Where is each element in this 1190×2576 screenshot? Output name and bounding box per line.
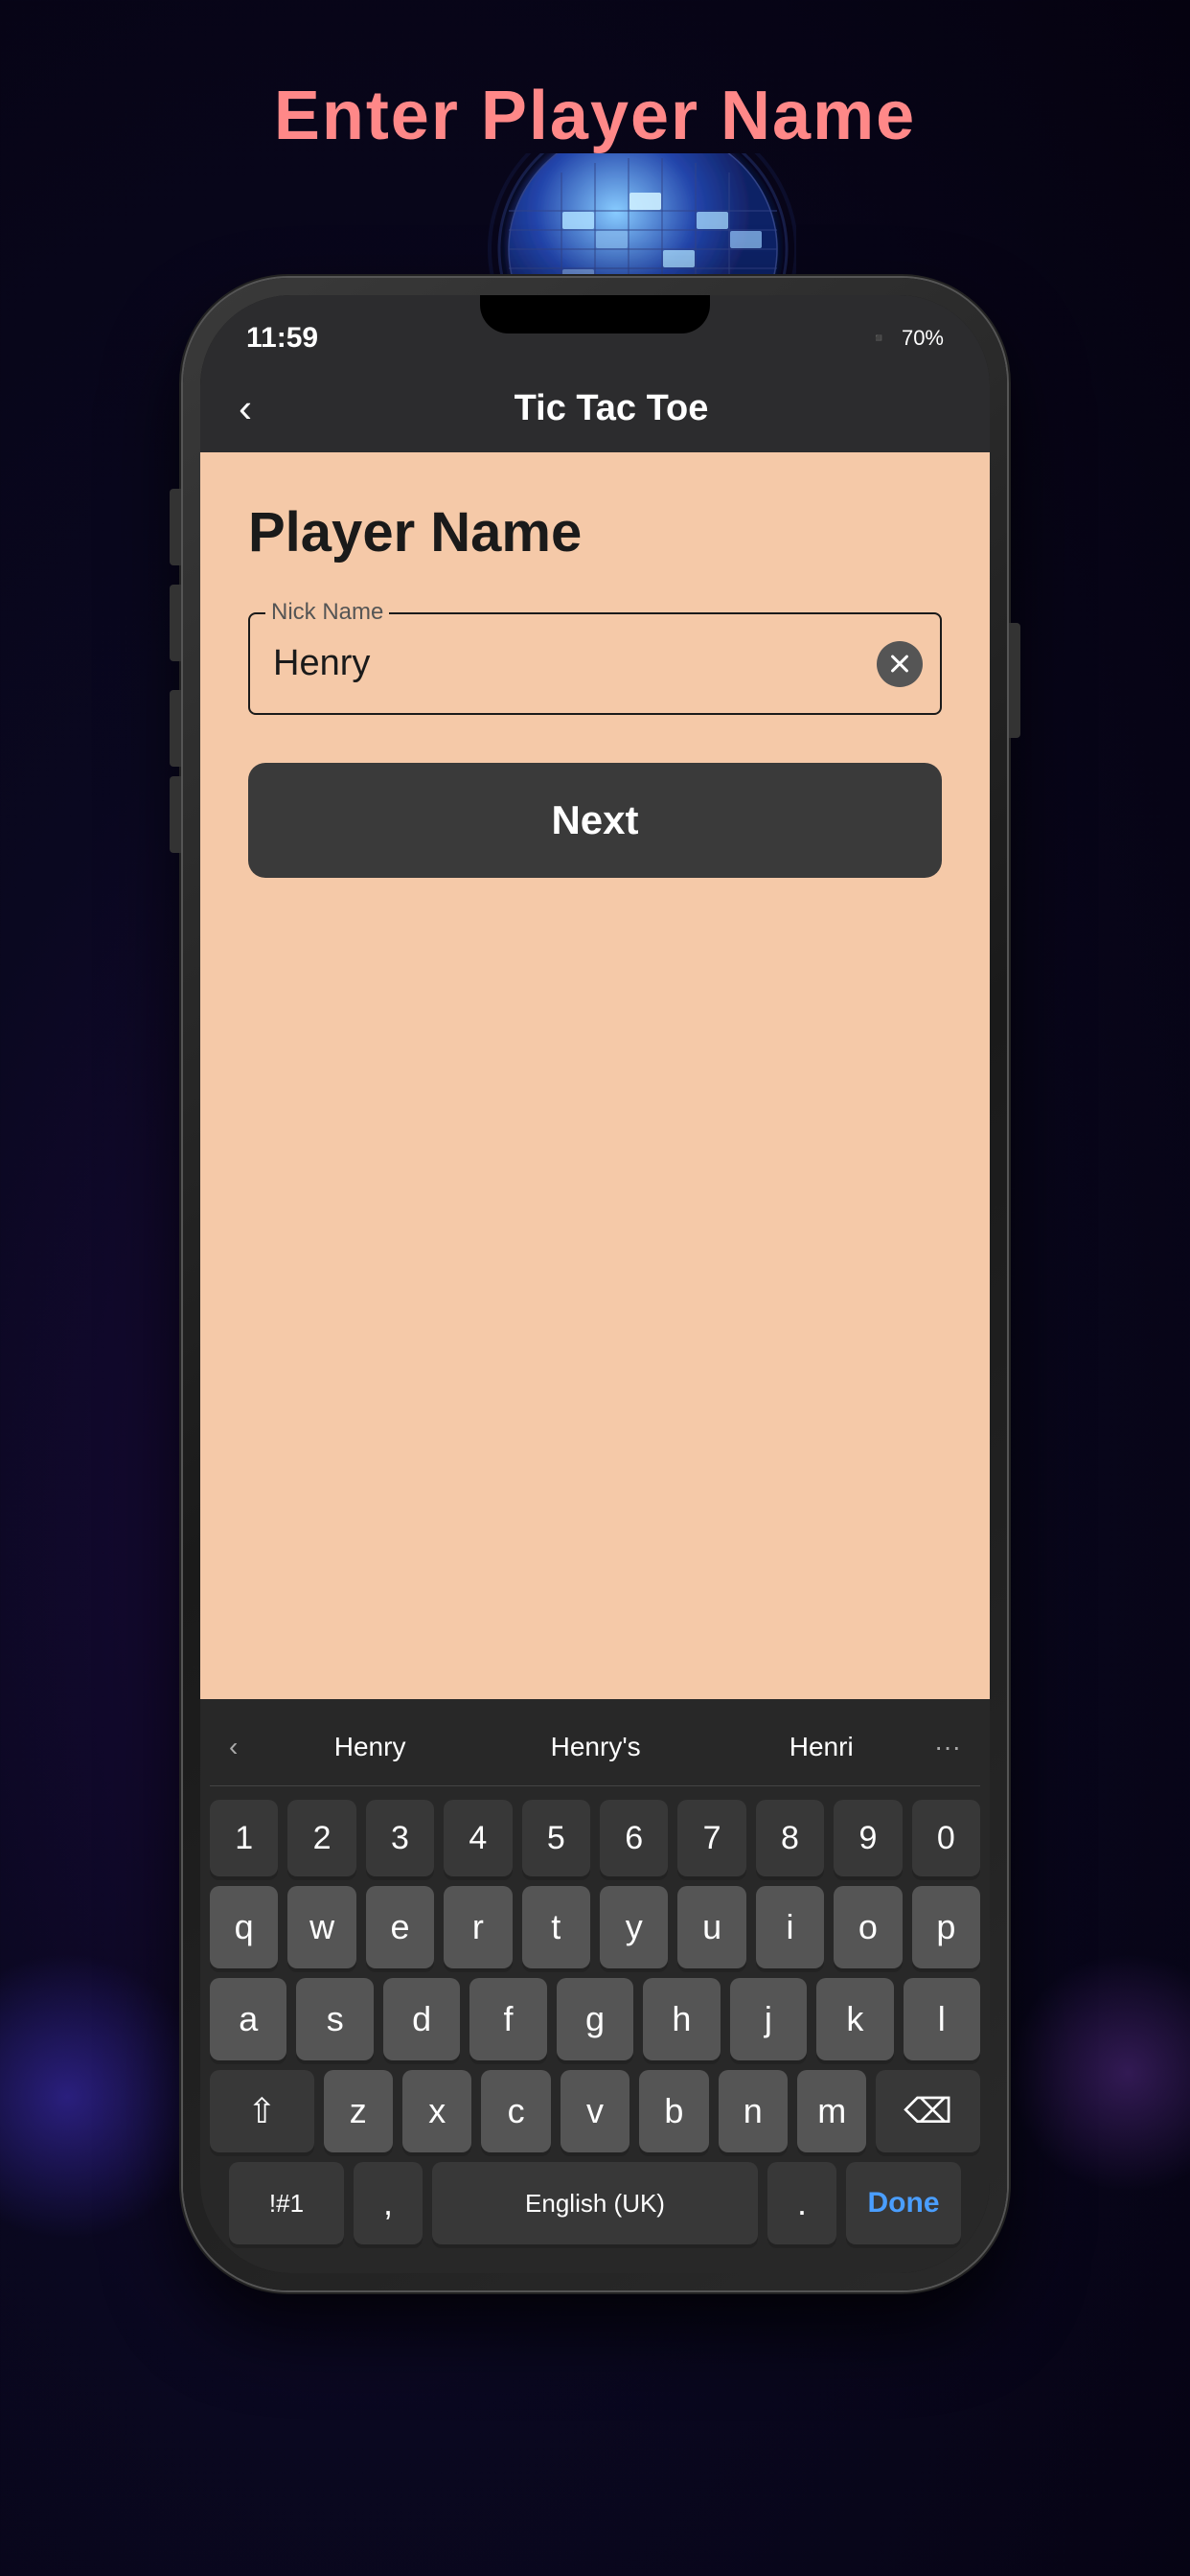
keyboard-area: ‹ Henry Henry's Henri ··· 1 2 3 4 5 6 7 … bbox=[200, 1699, 990, 2273]
status-time: 11:59 bbox=[246, 322, 318, 355]
key-5[interactable]: 5 bbox=[522, 1800, 590, 1876]
key-l[interactable]: l bbox=[904, 1978, 980, 2060]
keyboard-zxcv-row: ⇧ z x c v b n m ⌫ bbox=[210, 2070, 980, 2152]
keyboard-asdf-row: a s d f g h j k l bbox=[210, 1978, 980, 2060]
app-header: ‹ Tic Tac Toe bbox=[200, 364, 990, 452]
key-comma[interactable]: , bbox=[354, 2162, 423, 2244]
phone-screen: 11:59 ▪️ 70% ‹ Tic Tac Toe Player Name N… bbox=[200, 295, 990, 2273]
notch bbox=[480, 295, 710, 334]
autocomplete-henri[interactable]: Henri bbox=[708, 1724, 934, 1770]
key-m[interactable]: m bbox=[797, 2070, 866, 2152]
status-icons: ▪️ 70% bbox=[866, 326, 944, 351]
key-n[interactable]: n bbox=[719, 2070, 788, 2152]
battery-indicator: 70% bbox=[902, 326, 944, 351]
key-0[interactable]: 0 bbox=[912, 1800, 980, 1876]
key-period[interactable]: . bbox=[767, 2162, 836, 2244]
page-title: Enter Player Name bbox=[0, 77, 1190, 155]
shift-key[interactable]: ⇧ bbox=[210, 2070, 314, 2152]
key-h[interactable]: h bbox=[643, 1978, 720, 2060]
key-e[interactable]: e bbox=[366, 1886, 434, 1968]
back-button[interactable]: ‹ bbox=[239, 385, 252, 431]
bg-glow-right bbox=[1008, 1953, 1190, 2193]
player-name-heading: Player Name bbox=[248, 500, 942, 564]
key-9[interactable]: 9 bbox=[834, 1800, 902, 1876]
key-3[interactable]: 3 bbox=[366, 1800, 434, 1876]
key-o[interactable]: o bbox=[834, 1886, 902, 1968]
space-key[interactable]: English (UK) bbox=[432, 2162, 758, 2244]
key-p[interactable]: p bbox=[912, 1886, 980, 1968]
key-8[interactable]: 8 bbox=[756, 1800, 824, 1876]
key-6[interactable]: 6 bbox=[600, 1800, 668, 1876]
nickname-input[interactable] bbox=[248, 612, 942, 715]
autocomplete-back-icon[interactable]: ‹ bbox=[229, 1732, 238, 1762]
done-key[interactable]: Done bbox=[846, 2162, 961, 2244]
nickname-label: Nick Name bbox=[265, 599, 389, 626]
keyboard-numbers-row: 1 2 3 4 5 6 7 8 9 0 bbox=[210, 1800, 980, 1876]
key-4[interactable]: 4 bbox=[444, 1800, 512, 1876]
key-j[interactable]: j bbox=[730, 1978, 807, 2060]
key-v[interactable]: v bbox=[561, 2070, 629, 2152]
autocomplete-henry[interactable]: Henry bbox=[257, 1724, 483, 1770]
key-s[interactable]: s bbox=[296, 1978, 373, 2060]
key-a[interactable]: a bbox=[210, 1978, 286, 2060]
clear-input-button[interactable] bbox=[877, 641, 923, 687]
phone-frame: 11:59 ▪️ 70% ‹ Tic Tac Toe Player Name N… bbox=[183, 278, 1007, 2290]
key-c[interactable]: c bbox=[481, 2070, 550, 2152]
phone-wrapper: 11:59 ▪️ 70% ‹ Tic Tac Toe Player Name N… bbox=[183, 278, 1007, 2290]
key-t[interactable]: t bbox=[522, 1886, 590, 1968]
key-symbols[interactable]: !#1 bbox=[229, 2162, 344, 2244]
backspace-key[interactable]: ⌫ bbox=[876, 2070, 980, 2152]
app-content: Player Name Nick Name Next bbox=[200, 452, 990, 1699]
key-w[interactable]: w bbox=[287, 1886, 355, 1968]
key-1[interactable]: 1 bbox=[210, 1800, 278, 1876]
key-r[interactable]: r bbox=[444, 1886, 512, 1968]
key-q[interactable]: q bbox=[210, 1886, 278, 1968]
key-b[interactable]: b bbox=[639, 2070, 708, 2152]
key-k[interactable]: k bbox=[816, 1978, 893, 2060]
key-y[interactable]: y bbox=[600, 1886, 668, 1968]
app-title: Tic Tac Toe bbox=[271, 388, 951, 429]
signal-icon: ▪️ bbox=[866, 326, 892, 351]
next-button[interactable]: Next bbox=[248, 763, 942, 878]
keyboard-bottom-row: !#1 , English (UK) . Done bbox=[210, 2162, 980, 2244]
key-x[interactable]: x bbox=[402, 2070, 471, 2152]
autocomplete-more-icon[interactable]: ··· bbox=[934, 1732, 961, 1762]
key-2[interactable]: 2 bbox=[287, 1800, 355, 1876]
key-7[interactable]: 7 bbox=[677, 1800, 745, 1876]
autocomplete-row: ‹ Henry Henry's Henri ··· bbox=[210, 1714, 980, 1786]
key-i[interactable]: i bbox=[756, 1886, 824, 1968]
key-g[interactable]: g bbox=[557, 1978, 633, 2060]
keyboard-qwerty-row: q w e r t y u i o p bbox=[210, 1886, 980, 1968]
nickname-input-container: Nick Name bbox=[248, 612, 942, 715]
key-u[interactable]: u bbox=[677, 1886, 745, 1968]
autocomplete-henrys[interactable]: Henry's bbox=[483, 1724, 709, 1770]
key-d[interactable]: d bbox=[383, 1978, 460, 2060]
key-z[interactable]: z bbox=[324, 2070, 393, 2152]
bg-glow-left bbox=[0, 1953, 211, 2241]
key-f[interactable]: f bbox=[469, 1978, 546, 2060]
